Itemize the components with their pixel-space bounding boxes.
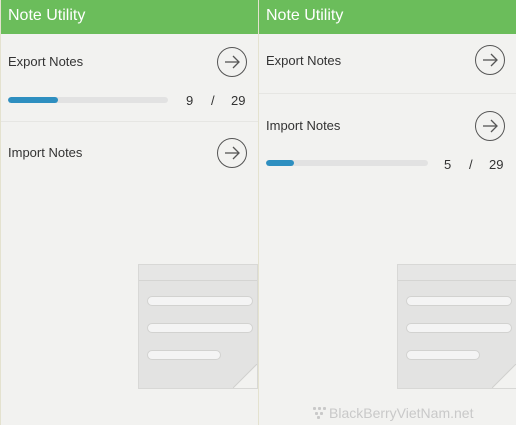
import-notes-button[interactable] <box>475 111 505 141</box>
note-line <box>147 350 221 360</box>
export-notes-button[interactable] <box>217 47 247 77</box>
import-notes-button[interactable] <box>217 138 247 168</box>
import-progress-current: 5 <box>444 157 452 172</box>
page-fold-icon <box>233 364 257 388</box>
export-progress-current: 9 <box>186 93 194 108</box>
title-bar: Note Utility <box>259 0 516 34</box>
arrow-right-icon <box>483 53 498 67</box>
export-progress-bar <box>8 97 168 103</box>
import-notes-label: Import Notes <box>266 118 341 133</box>
note-icon <box>138 264 258 389</box>
page-fold-icon <box>492 364 516 388</box>
right-screen: Note Utility Export Notes Import Notes 5… <box>258 0 516 425</box>
app-title: Note Utility <box>266 7 344 24</box>
import-notes-label: Import Notes <box>8 145 83 160</box>
export-progress-total: 29 <box>231 93 246 108</box>
note-line <box>406 296 512 306</box>
export-notes-label: Export Notes <box>266 53 342 68</box>
watermark: BlackBerryVietNam.net <box>313 405 473 421</box>
export-progress-fill <box>8 97 58 103</box>
export-progress-separator: / <box>211 93 215 108</box>
note-header <box>398 265 516 281</box>
note-line <box>406 350 480 360</box>
arrow-right-icon <box>225 146 240 160</box>
watermark-text: BlackBerryVietNam.net <box>329 405 474 421</box>
export-notes-label: Export Notes <box>8 54 84 69</box>
import-progress-total: 29 <box>489 157 504 172</box>
import-progress-separator: / <box>469 157 473 172</box>
title-bar: Note Utility <box>1 0 258 34</box>
blackberry-logo <box>313 407 327 419</box>
left-screen: Note Utility Export Notes 9 / 29 Import … <box>0 0 259 425</box>
note-icon <box>397 264 516 389</box>
row-divider <box>259 93 516 94</box>
note-header <box>139 265 257 281</box>
import-progress-fill <box>266 160 294 166</box>
note-line <box>147 323 253 333</box>
app-title: Note Utility <box>8 7 86 24</box>
export-notes-button[interactable] <box>475 45 505 75</box>
import-progress-bar <box>266 160 428 166</box>
note-line <box>147 296 253 306</box>
arrow-right-icon <box>483 119 498 133</box>
note-line <box>406 323 512 333</box>
arrow-right-icon <box>225 55 240 69</box>
row-divider <box>1 121 258 122</box>
